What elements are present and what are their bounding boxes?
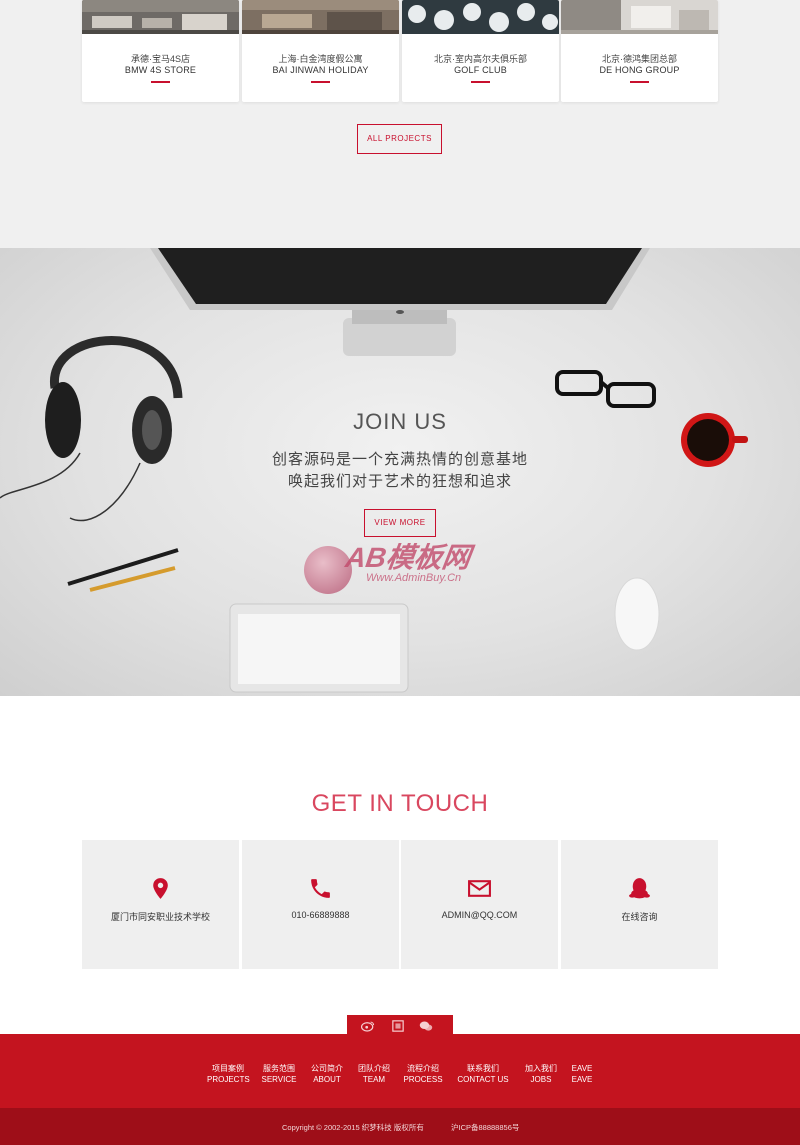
join-us-tagline-1: 创客源码是一个充满热情的创意基地 bbox=[271, 451, 528, 468]
footer-nav-en: CONTACT US bbox=[457, 1075, 509, 1084]
project-card[interactable]: 承德·宝马4S店 BMW 4S STORE bbox=[82, 0, 239, 102]
footer-nav-cn: 项目案例 bbox=[212, 1064, 244, 1073]
footer-nav-cn: 流程介绍 bbox=[407, 1064, 439, 1073]
glasses-image bbox=[555, 370, 656, 408]
contact-card-address: 厦门市同安职业技术学校 bbox=[82, 840, 239, 969]
watermark-title: AB模板网 bbox=[343, 542, 473, 573]
footer-nav-en: TEAM bbox=[362, 1075, 386, 1084]
copyright-text: Copyright © 2002-2015 织梦科技 版权所有 bbox=[282, 1123, 424, 1132]
footer-nav-item[interactable]: EAVE EAVE bbox=[567, 1063, 597, 1085]
footer-nav-item[interactable]: 公司简介 ABOUT bbox=[308, 1063, 346, 1085]
project-card[interactable]: 上海·白金湾度假公寓 BAI JINWAN HOLIDAY bbox=[242, 0, 399, 102]
project-cards: 承德·宝马4S店 BMW 4S STORE 上海·白金湾度假公寓 BAI JIN… bbox=[82, 0, 718, 102]
contact-address-text: 厦门市同安职业技术学校 bbox=[110, 912, 210, 922]
qrcode-icon[interactable] bbox=[391, 1020, 405, 1032]
footer-nav-en: SERVICE bbox=[261, 1075, 297, 1084]
wechat-icon[interactable] bbox=[419, 1020, 433, 1032]
footer-nav-item[interactable]: 项目案例 PROJECTS bbox=[207, 1063, 250, 1085]
watermark-url: Www.AdminBuy.Cn bbox=[366, 572, 462, 584]
footer-nav-item[interactable]: 联系我们 CONTACT US bbox=[455, 1063, 511, 1085]
phone-icon bbox=[311, 879, 330, 898]
footer-nav-cn: EAVE bbox=[571, 1064, 593, 1073]
project-name-cn: 北京·室内高尔夫俱乐部 bbox=[434, 54, 527, 64]
project-name-cn: 承德·宝马4S店 bbox=[130, 54, 190, 64]
view-more-button[interactable]: VIEW MORE bbox=[364, 509, 436, 537]
projects-section: 承德·宝马4S店 BMW 4S STORE 上海·白金湾度假公寓 BAI JIN… bbox=[0, 0, 800, 248]
qq-penguin-icon bbox=[629, 878, 650, 899]
project-name-en: BMW 4S STORE bbox=[124, 65, 197, 75]
keyboard-image bbox=[229, 603, 409, 693]
footer-nav-item[interactable]: 流程介绍 PROCESS bbox=[403, 1063, 443, 1085]
weibo-icon[interactable] bbox=[361, 1020, 375, 1032]
monitor-image bbox=[150, 248, 650, 356]
project-card[interactable]: 北京·室内高尔夫俱乐部 GOLF CLUB bbox=[402, 0, 559, 102]
card-accent-line bbox=[151, 81, 170, 83]
footer-nav-cn: 加入我们 bbox=[525, 1064, 557, 1073]
project-name-en: GOLF CLUB bbox=[454, 65, 507, 75]
footer-nav-cn: 公司简介 bbox=[311, 1064, 343, 1073]
mouse-image bbox=[614, 577, 660, 651]
contact-qq-text: 在线咨询 bbox=[621, 912, 658, 922]
project-thumbnail bbox=[242, 0, 399, 34]
icp-license-link[interactable]: 沪ICP备88888856号 bbox=[451, 1122, 519, 1133]
footer-nav-cn: 服务范围 bbox=[263, 1064, 295, 1073]
watermark-logo: AB模板网 Www.AdminBuy.Cn bbox=[304, 536, 504, 606]
mail-icon bbox=[468, 880, 491, 897]
footer-nav-item[interactable]: 团队介绍 TEAM bbox=[355, 1063, 393, 1085]
footer-nav-cn: 团队介绍 bbox=[358, 1064, 390, 1073]
project-card[interactable]: 北京·德鸿集团总部 DE HONG GROUP bbox=[561, 0, 718, 102]
project-thumbnail bbox=[402, 0, 559, 34]
join-us-tagline-2: 唤起我们对于艺术的狂想和追求 bbox=[287, 473, 512, 490]
footer-nav-en: JOBS bbox=[530, 1075, 552, 1084]
footer-nav-item[interactable]: 加入我们 JOBS bbox=[522, 1063, 560, 1085]
project-thumbnail bbox=[561, 0, 718, 34]
project-name-en: BAI JINWAN HOLIDAY bbox=[272, 65, 369, 75]
footer-nav-item[interactable]: 服务范围 SERVICE bbox=[260, 1063, 298, 1085]
card-accent-line bbox=[471, 81, 490, 83]
project-name-cn: 北京·德鸿集团总部 bbox=[602, 54, 677, 64]
footer-nav-cn: 联系我们 bbox=[467, 1064, 499, 1073]
get-in-touch-title: GET IN TOUCH bbox=[311, 790, 489, 817]
join-us-title: JOIN US bbox=[353, 409, 447, 434]
project-name-cn: 上海·白金湾度假公寓 bbox=[278, 54, 363, 64]
copyright-bar: Copyright © 2002-2015 织梦科技 版权所有 沪ICP备888… bbox=[0, 1108, 800, 1145]
footer-nav-en: ABOUT bbox=[313, 1075, 341, 1084]
contact-phone-text: 010-66889888 bbox=[291, 910, 350, 920]
footer-nav-en: PROCESS bbox=[403, 1075, 443, 1084]
contact-cards: 厦门市同安职业技术学校 010-66889888 ADMIN@QQ.COM 在线… bbox=[82, 840, 718, 969]
join-us-banner: AB模板网 Www.AdminBuy.Cn JOIN US 创客源码是一个充满热… bbox=[0, 248, 800, 696]
footer-nav-bar: 项目案例 PROJECTS 服务范围 SERVICE 公司简介 ABOUT 团队… bbox=[0, 1034, 800, 1108]
contact-card-qq[interactable]: 在线咨询 bbox=[561, 840, 718, 969]
pencils-image bbox=[67, 548, 179, 592]
contact-card-phone[interactable]: 010-66889888 bbox=[242, 840, 399, 969]
card-accent-line bbox=[311, 81, 330, 83]
card-accent-line bbox=[630, 81, 649, 83]
project-thumbnail bbox=[82, 0, 239, 34]
contact-email-text: ADMIN@QQ.COM bbox=[441, 910, 518, 920]
all-projects-button[interactable]: ALL PROJECTS bbox=[357, 124, 442, 154]
contact-card-email[interactable]: ADMIN@QQ.COM bbox=[401, 840, 558, 969]
footer-nav-en: PROJECTS bbox=[207, 1075, 250, 1084]
location-pin-icon bbox=[153, 878, 168, 899]
footer-nav-en: EAVE bbox=[571, 1075, 593, 1084]
project-name-en: DE HONG GROUP bbox=[599, 65, 680, 75]
